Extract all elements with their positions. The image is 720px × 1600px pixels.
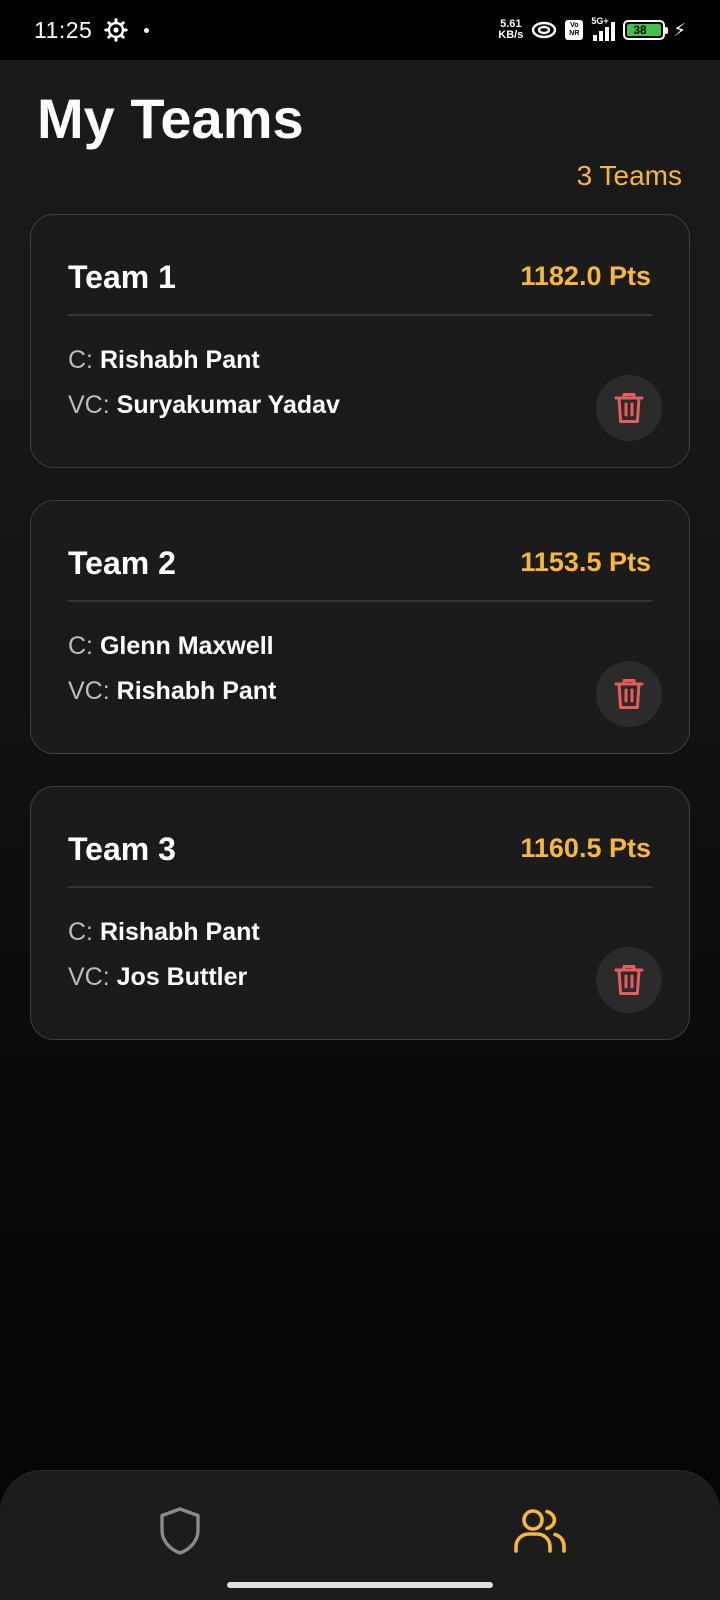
captain-prefix: C:	[68, 632, 93, 660]
team-card[interactable]: Team 3 1160.5 Pts C: Rishabh Pant VC: Jo…	[30, 786, 690, 1040]
signal-bar	[605, 27, 610, 41]
settings-gear-icon	[104, 18, 129, 42]
delete-team-button[interactable]	[596, 661, 662, 727]
home-indicator[interactable]	[227, 1582, 493, 1588]
trash-icon	[614, 393, 644, 423]
signal-icon: 5G+	[591, 16, 616, 41]
captain-line: C: Rishabh Pant	[68, 918, 260, 947]
volte-icon: Vo NR	[565, 20, 584, 40]
status-time: 11:25	[34, 16, 93, 43]
page-title: My Teams	[37, 87, 304, 150]
team-points: 1153.5 Pts	[520, 547, 651, 577]
users-icon	[514, 1509, 566, 1553]
signal-bar	[611, 22, 616, 41]
vice-captain-line: VC: Suryakumar Yadav	[68, 391, 340, 420]
network-type-label: 5G+	[591, 16, 609, 26]
captain-line: C: Rishabh Pant	[68, 346, 260, 375]
signal-bar	[599, 31, 604, 41]
shield-icon	[160, 1507, 200, 1555]
vice-captain-name: Suryakumar Yadav	[116, 391, 340, 419]
network-speed-unit: KB/s	[498, 29, 524, 41]
trash-icon	[614, 679, 644, 709]
captain-prefix: C:	[68, 918, 93, 946]
hotspot-link-icon	[532, 21, 557, 39]
vice-captain-prefix: VC:	[68, 963, 110, 991]
captain-name: Rishabh Pant	[99, 346, 260, 374]
vice-captain-name: Rishabh Pant	[116, 677, 277, 705]
delete-team-button[interactable]	[596, 947, 662, 1013]
team-name: Team 2	[68, 545, 176, 581]
notification-dot	[144, 27, 150, 33]
card-divider	[68, 600, 652, 602]
nav-leagues-tab[interactable]	[150, 1501, 210, 1561]
team-card[interactable]: Team 1 1182.0 Pts C: Rishabh Pant VC: Su…	[30, 214, 690, 468]
team-card[interactable]: Team 2 1153.5 Pts C: Glenn Maxwell VC: R…	[30, 500, 690, 754]
team-points: 1182.0 Pts	[520, 261, 651, 291]
network-speed: 5.61 KB/s	[498, 19, 523, 41]
delete-team-button[interactable]	[596, 375, 662, 441]
volte-top-label: Vo	[570, 22, 579, 29]
team-count: 3 Teams	[576, 160, 682, 191]
trash-icon	[614, 965, 644, 995]
card-divider	[68, 886, 652, 888]
captain-name: Glenn Maxwell	[99, 632, 274, 660]
team-name: Team 1	[68, 259, 176, 295]
team-points: 1160.5 Pts	[520, 833, 651, 863]
status-left: 11:25	[34, 16, 150, 44]
volte-bottom-label: NR	[569, 30, 580, 37]
nav-my-teams-tab[interactable]	[510, 1501, 570, 1561]
vice-captain-prefix: VC:	[68, 677, 110, 705]
battery-icon: 38	[623, 20, 669, 40]
battery-level: 38	[627, 23, 662, 37]
captain-prefix: C:	[68, 346, 93, 374]
vice-captain-name: Jos Buttler	[116, 963, 248, 991]
bottom-navigation	[0, 1470, 720, 1600]
status-bar: 11:25 5.61 KB/s Vo NR 5G+ 38 ⚡	[0, 0, 720, 60]
vice-captain-line: VC: Jos Buttler	[68, 963, 247, 992]
vice-captain-line: VC: Rishabh Pant	[68, 677, 276, 706]
team-name: Team 3	[68, 831, 176, 867]
status-right: 5.61 KB/s Vo NR 5G+ 38 ⚡	[498, 16, 686, 41]
captain-line: C: Glenn Maxwell	[68, 632, 274, 661]
captain-name: Rishabh Pant	[99, 918, 260, 946]
signal-bar	[593, 35, 598, 41]
card-divider	[68, 314, 652, 316]
vice-captain-prefix: VC:	[68, 391, 110, 419]
charging-bolt-icon: ⚡	[673, 19, 686, 40]
